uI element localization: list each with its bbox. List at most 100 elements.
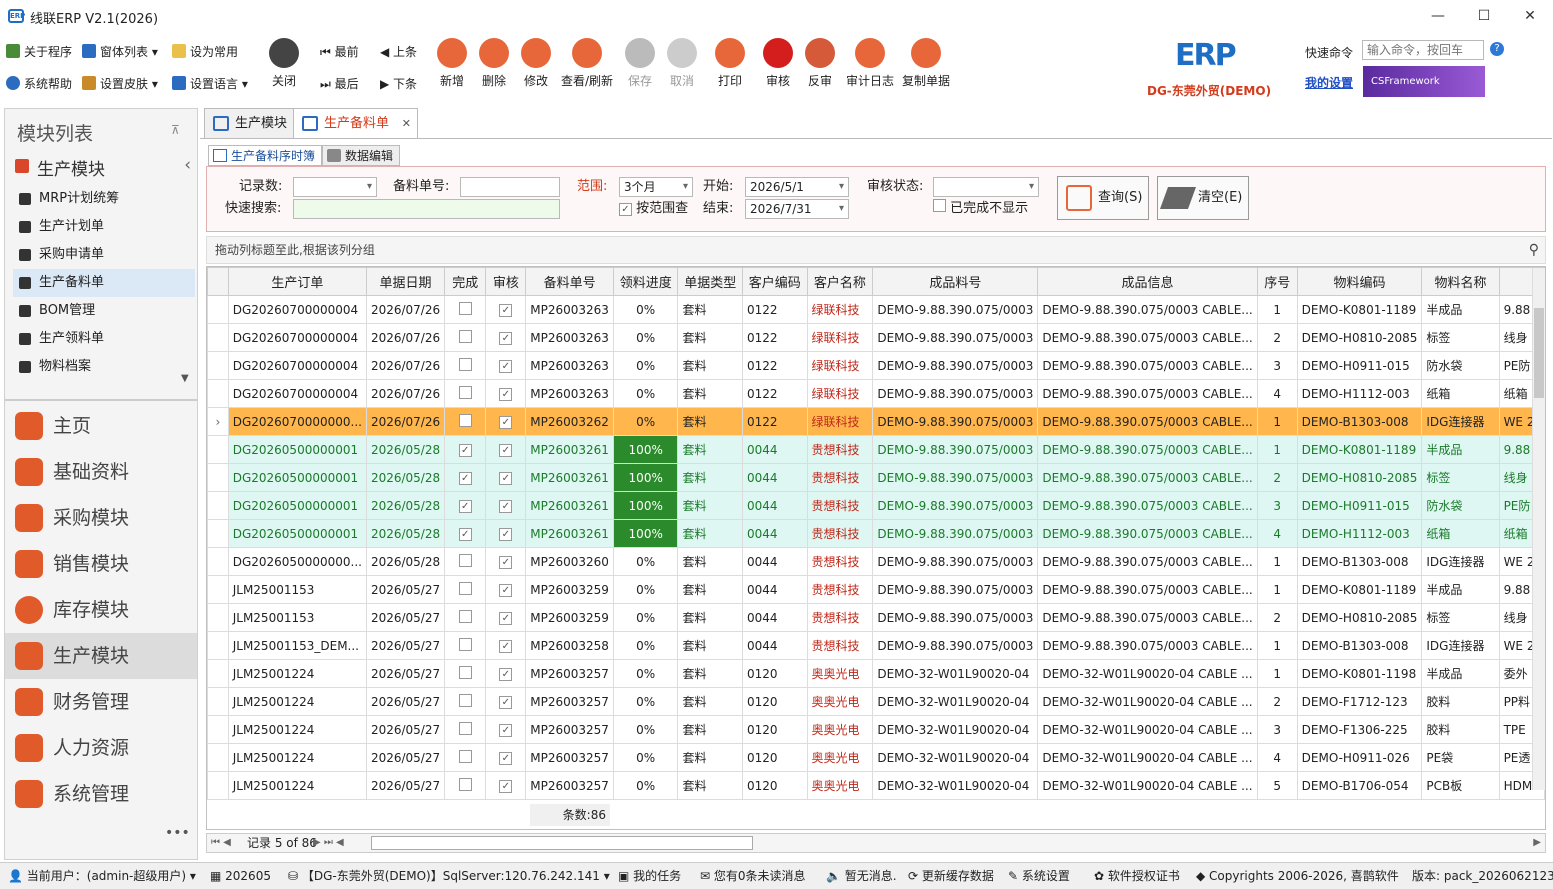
tab-production-module[interactable]: 生产模块 [204,108,299,139]
column-header[interactable]: 单据日期 [365,267,446,296]
table-cell[interactable]: 半成品 [1421,295,1500,324]
done-checkbox[interactable] [444,295,487,324]
close-tab-icon[interactable]: ✕ [402,109,411,139]
done-checkbox[interactable] [444,323,487,352]
done-checkbox[interactable] [444,575,487,604]
table-cell[interactable]: DEMO-9.88.390.075/0003 CABLE... [1037,519,1258,548]
table-cell[interactable]: 0044 [742,463,808,492]
subtab-edit[interactable]: 数据编辑 [322,145,401,166]
table-cell[interactable]: DEMO-H0810-2085 [1296,463,1423,492]
table-cell[interactable]: 0% [612,659,679,688]
maximize-button[interactable]: ☐ [1461,0,1507,32]
table-cell[interactable]: DEMO-9.88.390.075/0003 [872,435,1039,464]
table-cell[interactable]: IDG连接器 [1421,407,1500,436]
column-header[interactable]: 完成 [444,267,487,296]
table-cell[interactable]: 贵想科技 [806,435,874,464]
done-checkbox[interactable] [444,715,487,744]
subtab-list[interactable]: 生产备料序时簿 [208,145,323,166]
table-cell[interactable]: DEMO-32-W01L90020-04 CABLE ... [1037,687,1258,716]
table-cell[interactable]: 0% [612,715,679,744]
table-cell[interactable]: DEMO-9.88.390.075/0003 [872,323,1039,352]
module-home[interactable]: 主页 [5,403,197,449]
table-cell[interactable]: JLM25001224 [227,771,367,800]
table-cell[interactable]: 套料 [677,575,743,604]
delete-button[interactable]: 删除 [474,38,514,89]
checkbox[interactable]: ✓ [499,528,513,541]
approved-checkbox[interactable]: ✓ [485,379,527,408]
table-cell[interactable]: MP26003261 [525,519,614,548]
table-cell[interactable]: 奥奥光电 [806,743,874,772]
table-cell[interactable]: DEMO-9.88.390.075/0003 CABLE... [1037,351,1258,380]
table-cell[interactable]: DEMO-9.88.390.075/0003 [872,491,1039,520]
column-header[interactable]: 成品料号 [872,267,1039,296]
table-row[interactable]: JLM25001153 2026/05/27 ✓ MP26003259 0% 套料 0044… [207,603,1545,632]
table-cell[interactable]: JLM25001224 [227,687,367,716]
table-row[interactable]: JLM25001153_DEM... 2026/05/27 ✓ MP26003258 0… [207,631,1545,660]
table-cell[interactable]: 贵想科技 [806,631,874,660]
table-cell[interactable]: 2 [1256,603,1298,632]
start-date-input[interactable]: 2026/5/1 [745,177,849,197]
table-cell[interactable]: 2026/07/26 [365,407,446,436]
checkbox[interactable] [458,665,472,679]
table-cell[interactable]: 0122 [742,407,808,436]
table-cell[interactable]: DEMO-9.88.390.075/0003 [872,603,1039,632]
table-cell[interactable]: DEMO-9.88.390.075/0003 [872,463,1039,492]
quick-cmd-input[interactable] [1362,40,1484,60]
table-cell[interactable]: 套料 [677,407,743,436]
table-cell[interactable]: DEMO-9.88.390.075/0003 CABLE... [1037,603,1258,632]
done-checkbox[interactable]: ✓ [444,435,487,464]
table-cell[interactable]: DEMO-9.88.390.075/0003 CABLE... [1037,379,1258,408]
table-cell[interactable]: DEMO-B1706-054 [1296,771,1423,800]
checkbox[interactable]: ✓ [499,696,513,709]
sidebar-item-purchase-request[interactable]: 采购申请单 [13,241,195,269]
table-cell[interactable]: 半成品 [1421,435,1500,464]
table-cell[interactable]: DEMO-32-W01L90020-04 [872,687,1039,716]
table-cell[interactable]: MP26003257 [525,743,614,772]
table-cell[interactable]: 2026/07/26 [365,323,446,352]
nav-first-icon[interactable]: ⏮ ◀ [211,834,231,852]
language-button[interactable]: 设置语言 ▾ [172,74,248,94]
checkbox[interactable] [458,301,472,315]
module-finance[interactable]: 财务管理 [5,679,197,725]
checkbox[interactable] [458,609,472,623]
status-notice[interactable]: 🔈 暂无消息. [826,863,897,889]
status-db[interactable]: ⛁ 【DG-东莞外贸(DEMO)】SqlServer:120.76.242.14… [288,863,610,889]
table-cell[interactable]: DG2026050000000... [227,547,367,576]
nav-last-icon[interactable]: ▶ ⏭ ◀ [313,834,344,852]
table-cell[interactable]: 2 [1256,323,1298,352]
audit-log-button[interactable]: 审计日志 [844,38,896,89]
checkbox[interactable]: ✓ [499,472,513,485]
column-header[interactable]: 领料进度 [612,267,679,296]
table-cell[interactable]: 贵想科技 [806,575,874,604]
table-cell[interactable]: 3 [1256,351,1298,380]
table-cell[interactable]: 0% [612,603,679,632]
scroll-down-icon[interactable]: ▼ [181,373,189,384]
table-cell[interactable]: 2026/05/27 [365,659,446,688]
table-cell[interactable]: 2026/05/27 [365,631,446,660]
table-cell[interactable]: 100% [612,435,679,464]
table-cell[interactable]: 套料 [677,491,743,520]
prev-button[interactable]: ◀ 上条 [380,42,417,62]
table-cell[interactable]: MP26003263 [525,295,614,324]
hide-done-checkbox[interactable]: 已完成不显示 [933,199,1028,219]
help-button[interactable]: 系统帮助 [6,74,72,94]
vertical-scrollbar[interactable] [1532,268,1545,790]
table-cell[interactable]: 4 [1256,379,1298,408]
sidebar-item-bom[interactable]: BOM管理 [13,297,195,325]
range-select[interactable]: 3个月 [619,177,693,197]
table-row[interactable]: JLM25001224 2026/05/27 ✓ MP26003257 0% 套料 0120… [207,659,1545,688]
table-cell[interactable]: JLM25001224 [227,743,367,772]
checkbox[interactable]: ✓ [458,528,472,541]
table-cell[interactable]: 1 [1256,547,1298,576]
table-row[interactable]: JLM25001224 2026/05/27 ✓ MP26003257 0% 套料 0120… [207,771,1545,800]
done-checkbox[interactable] [444,603,487,632]
table-cell[interactable]: 半成品 [1421,575,1500,604]
checkbox[interactable] [458,749,472,763]
table-cell[interactable]: 0% [612,575,679,604]
table-cell[interactable]: MP26003257 [525,715,614,744]
table-cell[interactable]: 0044 [742,519,808,548]
table-cell[interactable]: 0122 [742,379,808,408]
table-cell[interactable]: 2026/05/28 [365,463,446,492]
table-cell[interactable]: 2026/07/26 [365,295,446,324]
table-cell[interactable]: 贵想科技 [806,491,874,520]
